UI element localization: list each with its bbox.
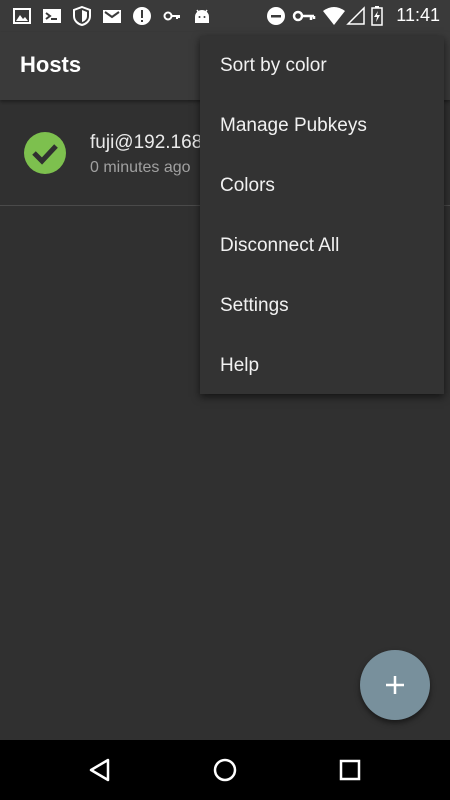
navigation-bar bbox=[0, 740, 450, 800]
no-signal-icon bbox=[346, 6, 365, 25]
terminal-icon bbox=[43, 9, 61, 23]
battery-charging-icon bbox=[371, 6, 383, 26]
page-title: Hosts bbox=[20, 52, 82, 77]
home-icon[interactable] bbox=[211, 756, 239, 784]
shield-icon bbox=[73, 6, 91, 26]
connected-status-icon bbox=[24, 132, 66, 174]
add-host-button[interactable] bbox=[360, 650, 430, 720]
menu-item-help[interactable]: Help bbox=[200, 336, 444, 396]
vpn-key-icon bbox=[292, 10, 316, 22]
add-icon bbox=[386, 676, 404, 694]
gmail-icon bbox=[103, 10, 121, 23]
menu-item-manage-pubkeys[interactable]: Manage Pubkeys bbox=[200, 96, 444, 156]
menu-item-disconnect-all[interactable]: Disconnect All bbox=[200, 216, 444, 276]
menu-item-settings[interactable]: Settings bbox=[200, 276, 444, 336]
image-icon bbox=[13, 8, 31, 24]
wifi-icon bbox=[323, 7, 345, 25]
android-icon bbox=[195, 9, 209, 23]
back-icon[interactable] bbox=[86, 756, 114, 784]
key-icon bbox=[163, 11, 180, 21]
alert-icon bbox=[133, 7, 151, 25]
status-time: 11:41 bbox=[396, 5, 440, 25]
overflow-menu: Sort by color Manage Pubkeys Colors Disc… bbox=[200, 36, 444, 394]
menu-item-sort-by-color[interactable]: Sort by color bbox=[200, 36, 444, 96]
host-name: fuji@192.168 bbox=[90, 132, 203, 153]
do-not-disturb-icon bbox=[267, 7, 285, 25]
status-bar: 11:41 bbox=[0, 0, 450, 32]
recents-icon[interactable] bbox=[336, 756, 364, 784]
menu-item-colors[interactable]: Colors bbox=[200, 156, 444, 216]
host-last-connect: 0 minutes ago bbox=[90, 159, 191, 176]
